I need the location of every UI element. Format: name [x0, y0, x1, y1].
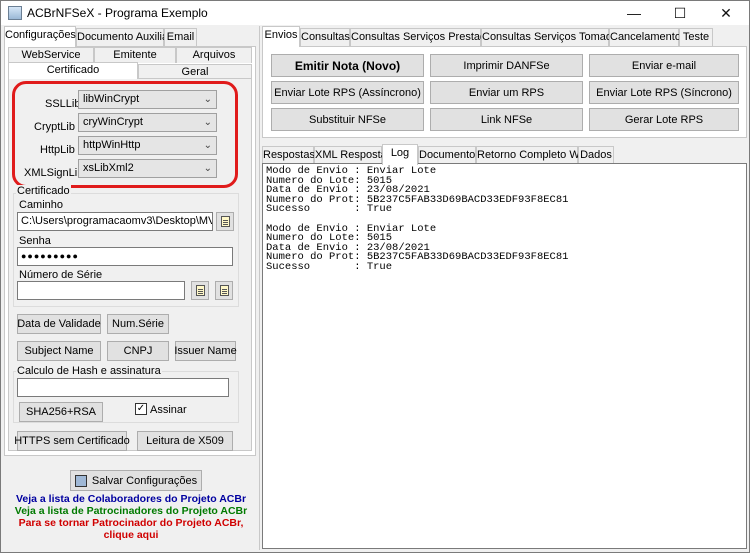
subject-name-button[interactable]: Subject Name — [17, 341, 101, 361]
tab-certificado[interactable]: Certificado — [8, 62, 138, 79]
caminho-label: Caminho — [19, 199, 64, 211]
app-icon — [8, 6, 22, 20]
browse-file-button[interactable] — [216, 212, 234, 231]
document-icon — [195, 285, 205, 296]
document-icon — [220, 216, 230, 227]
hash-input[interactable] — [17, 378, 229, 397]
colaboradores-link[interactable]: Veja a lista de Colaboradores do Projeto… — [11, 493, 251, 505]
log-memo[interactable]: Modo de Envio : Enviar Lote Numero do Lo… — [262, 163, 747, 549]
save-icon — [74, 474, 87, 487]
hash-group-title: Calculo de Hash e assinatura — [16, 365, 162, 377]
salvar-configuracoes-button[interactable]: Salvar Configurações — [70, 470, 202, 491]
sha256-rsa-button[interactable]: SHA256+RSA — [19, 402, 103, 422]
link-nfse-button[interactable]: Link NFSe — [430, 108, 583, 131]
substituir-nfse-button[interactable]: Substituir NFSe — [271, 108, 424, 131]
tab-cancelamento[interactable]: Cancelamento — [609, 28, 681, 47]
assinar-label: Assinar — [150, 404, 187, 416]
numero-serie-input[interactable] — [17, 281, 185, 300]
senha-label: Senha — [19, 235, 51, 247]
tab-consultas-prestados[interactable]: Consultas Serviços Prestados — [350, 28, 498, 47]
senha-input[interactable]: ●●●●●●●●● — [17, 247, 233, 266]
tab-consultas[interactable]: Consultas — [300, 28, 350, 47]
enviar-email-button[interactable]: Enviar e-mail — [589, 54, 739, 77]
maximize-button[interactable]: ☐ — [657, 1, 703, 25]
assinar-checkbox[interactable]: ✓ — [135, 403, 147, 415]
tab-webservice[interactable]: WebService — [8, 47, 94, 63]
tab-geral[interactable]: Geral — [138, 64, 252, 79]
tab-consultas-tomados[interactable]: Consultas Serviços Tomados — [481, 28, 624, 47]
salvar-label: Salvar Configurações — [91, 474, 198, 487]
enviar-lote-sync-button[interactable]: Enviar Lote RPS (Síncrono) — [589, 81, 739, 104]
caminho-input[interactable]: C:\Users\programacaomv3\Desktop\MV TECN — [17, 212, 213, 231]
emitir-nota-button[interactable]: Emitir Nota (Novo) — [271, 54, 424, 77]
num-serie-button[interactable]: Num.Série — [107, 314, 169, 334]
gerar-lote-button[interactable]: Gerar Lote RPS — [589, 108, 739, 131]
main-window: ACBrNFSeX - Programa Exemplo — ☐ ✕ Confi… — [0, 0, 750, 553]
enviar-lote-async-button[interactable]: Enviar Lote RPS (Assíncrono) — [271, 81, 424, 104]
numero-serie-label: Número de Série — [19, 269, 103, 281]
tab-documento-auxiliar[interactable]: Documento Auxiliar — [76, 28, 172, 47]
patrocinador-link-line2[interactable]: clique aqui — [11, 529, 251, 541]
splitter[interactable] — [259, 26, 260, 550]
minimize-button[interactable]: — — [611, 1, 657, 25]
tab-email[interactable]: Email — [164, 28, 197, 47]
tab-log[interactable]: Log — [382, 144, 418, 165]
document-icon — [219, 285, 229, 296]
data-validade-button[interactable]: Data de Validade — [17, 314, 101, 334]
leitura-x509-button[interactable]: Leitura de X509 — [137, 431, 233, 451]
list-cert-button[interactable] — [215, 281, 233, 300]
enviar-um-rps-button[interactable]: Enviar um RPS — [430, 81, 583, 104]
https-sem-certificado-button[interactable]: HTTPS sem Certificado — [14, 431, 130, 451]
tab-envios[interactable]: Envios — [262, 26, 300, 47]
select-cert-button[interactable] — [191, 281, 209, 300]
cnpj-button[interactable]: CNPJ — [107, 341, 169, 361]
patrocinador-link-line1[interactable]: Para se tornar Patrocinador do Projeto A… — [11, 517, 251, 529]
title-bar: ACBrNFSeX - Programa Exemplo — ☐ ✕ — [1, 1, 749, 25]
patrocinadores-link[interactable]: Veja a lista de Patrocinadores do Projet… — [11, 505, 251, 517]
close-button[interactable]: ✕ — [703, 1, 749, 25]
imprimir-danfse-button[interactable]: Imprimir DANFSe — [430, 54, 583, 77]
tab-emitente[interactable]: Emitente — [94, 47, 176, 63]
tab-configuracoes[interactable]: Configurações — [4, 26, 76, 47]
highlight-ring — [12, 81, 238, 188]
issuer-name-button[interactable]: Issuer Name — [174, 341, 237, 361]
tab-arquivos[interactable]: Arquivos — [176, 47, 252, 63]
tab-teste[interactable]: Teste — [679, 28, 713, 47]
window-title: ACBrNFSeX - Programa Exemplo — [27, 6, 208, 20]
certificado-group-title: Certificado — [16, 185, 71, 197]
